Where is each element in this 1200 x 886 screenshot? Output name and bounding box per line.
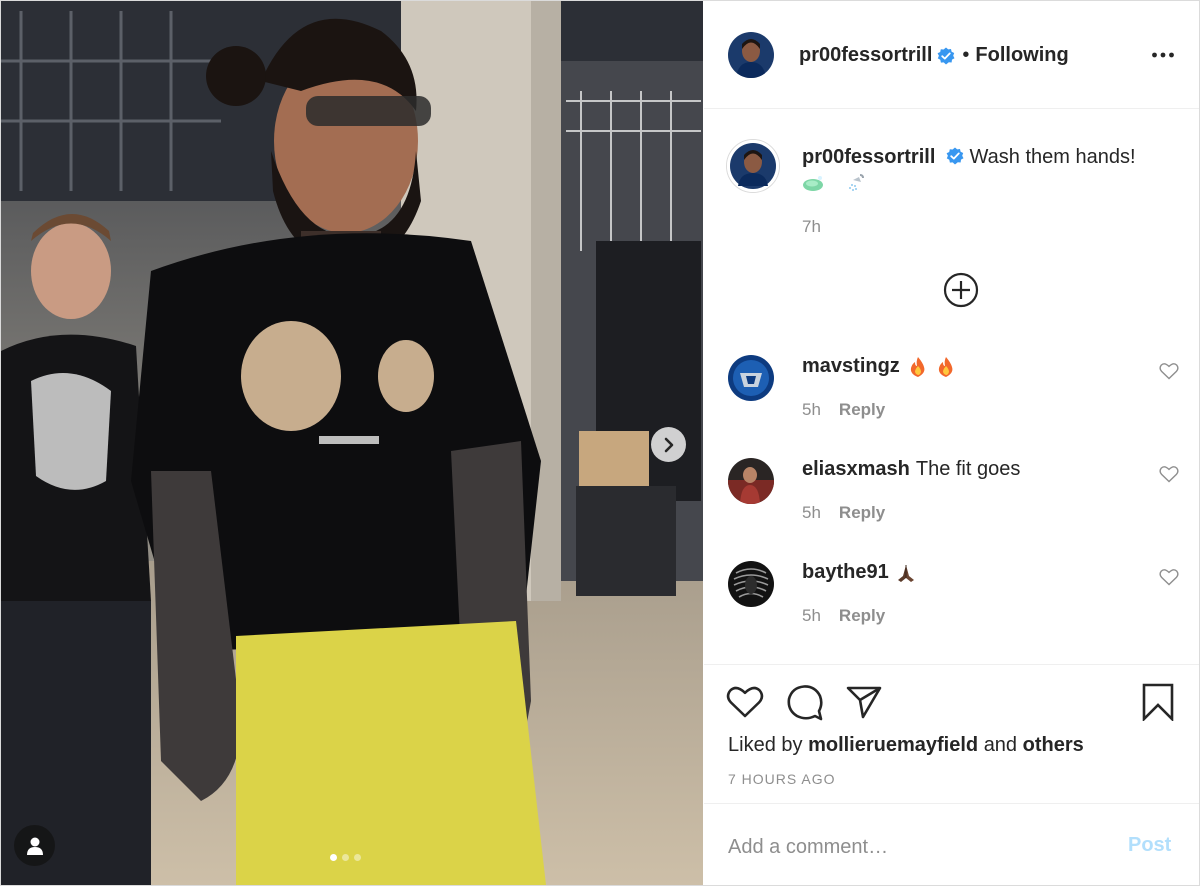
liked-by-user[interactable]: mollieruemayfield (808, 734, 978, 756)
add-comment-bar: Post (704, 803, 1199, 885)
comment-time[interactable]: 5h (802, 503, 821, 523)
commenter-avatar[interactable] (728, 355, 774, 401)
comment-line: baythe91 (802, 561, 917, 584)
comment-time[interactable]: 5h (802, 606, 821, 626)
comment-line: eliasxmash The fit goes (802, 458, 1020, 481)
share-icon[interactable] (846, 685, 882, 719)
author-avatar[interactable] (728, 32, 774, 78)
carousel-dot (354, 854, 361, 861)
caption-time[interactable]: 7h (802, 217, 821, 237)
more-options-icon[interactable] (1151, 45, 1175, 65)
comment-item: eliasxmash The fit goes 5h Reply (704, 458, 1199, 558)
shower-emoji-icon (849, 174, 865, 191)
avatar-image (728, 561, 774, 607)
liked-by: Liked by mollieruemayfield and others (728, 734, 1084, 757)
liked-by-prefix: Liked by (728, 734, 803, 756)
commenter-avatar[interactable] (728, 561, 774, 607)
post-media[interactable] (1, 1, 703, 885)
soap-emoji-icon (803, 176, 823, 191)
author-username[interactable]: pr00fessortrill (799, 44, 932, 67)
comment-meta: 5h Reply (802, 400, 885, 420)
save-bookmark-icon[interactable] (1141, 683, 1175, 721)
following-button[interactable]: Following (975, 44, 1068, 67)
caption-text: Wash them hands! (969, 146, 1136, 168)
reply-button[interactable]: Reply (839, 606, 885, 626)
verified-badge-icon (937, 47, 955, 64)
fire-emoji-icon (910, 356, 925, 377)
reply-button[interactable]: Reply (839, 503, 885, 523)
post-actions: Liked by mollieruemayfield and others 7 … (704, 664, 1199, 803)
instagram-post-modal: pr00fessortrill • Following pr00fessortr… (0, 0, 1200, 886)
like-comment-icon[interactable] (1159, 362, 1179, 380)
header-separator: • (962, 44, 970, 66)
liked-by-others[interactable]: others (1023, 734, 1084, 756)
avatar-image (727, 140, 779, 192)
avatar-image (728, 458, 774, 504)
load-more-comments-icon[interactable] (943, 272, 979, 308)
post-comment-button[interactable]: Post (1128, 834, 1171, 857)
folded-hands-emoji-icon (897, 564, 914, 582)
caption-emojis (802, 173, 865, 198)
tagged-users-button[interactable] (14, 825, 55, 866)
reply-button[interactable]: Reply (839, 400, 885, 420)
comment-input[interactable] (726, 828, 1100, 866)
comment-text: The fit goes (915, 458, 1021, 480)
like-comment-icon[interactable] (1159, 568, 1179, 586)
commenter-avatar[interactable] (728, 458, 774, 504)
author-line: pr00fessortrill • Following (799, 44, 1069, 67)
comment-username[interactable]: baythe91 (802, 561, 889, 584)
comment-item: mavstingz 5h Reply (704, 355, 1199, 455)
liked-by-and: and (983, 734, 1018, 756)
fire-emoji-icon (938, 356, 953, 377)
comments-list[interactable]: pr00fessortrill Wash them hands! 7h mavs… (704, 109, 1199, 664)
caption-author-avatar[interactable] (726, 139, 780, 193)
chevron-right-icon (664, 437, 673, 452)
comment-icon[interactable] (786, 684, 824, 722)
comment-item: baythe91 5h Reply (704, 561, 1199, 661)
avatar-image (728, 355, 774, 401)
post-sidebar: pr00fessortrill • Following pr00fessortr… (704, 1, 1199, 885)
comment-meta: 5h Reply (802, 606, 885, 626)
caption-username[interactable]: pr00fessortrill (802, 146, 935, 168)
next-slide-button[interactable] (651, 427, 686, 462)
comment-time[interactable]: 5h (802, 400, 821, 420)
like-icon[interactable] (726, 685, 764, 719)
post-header: pr00fessortrill • Following (704, 1, 1199, 109)
verified-badge-icon (946, 147, 964, 165)
post-photo (1, 1, 703, 885)
comment-line: mavstingz (802, 355, 956, 378)
carousel-indicator (330, 854, 361, 861)
carousel-dot-active (330, 854, 337, 861)
comment-username[interactable]: mavstingz (802, 355, 900, 378)
caption: pr00fessortrill Wash them hands! (802, 144, 1182, 170)
avatar-image (728, 32, 774, 78)
post-timestamp[interactable]: 7 HOURS AGO (728, 771, 835, 787)
comment-username[interactable]: eliasxmash (802, 458, 910, 481)
user-icon (26, 837, 43, 855)
like-comment-icon[interactable] (1159, 465, 1179, 483)
comment-meta: 5h Reply (802, 503, 885, 523)
carousel-dot (342, 854, 349, 861)
